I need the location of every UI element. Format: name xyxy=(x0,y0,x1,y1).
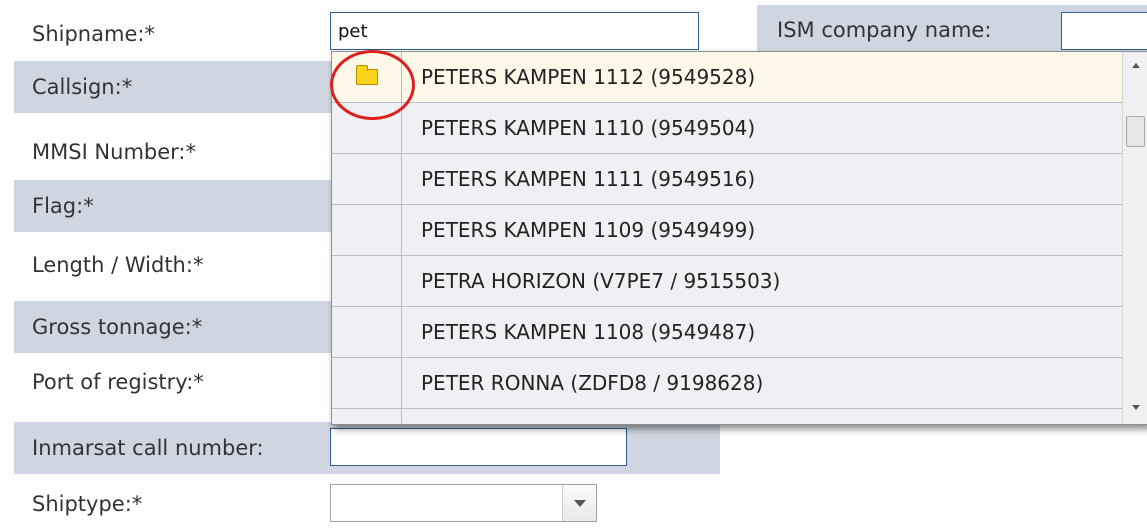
length-width-label: Length / Width:* xyxy=(32,253,204,277)
port-of-registry-row: Port of registry:* xyxy=(14,360,344,404)
mmsi-row: MMSI Number:* xyxy=(14,130,344,174)
flag-row: Flag:* xyxy=(14,180,344,232)
dropdown-scrollbar[interactable] xyxy=(1122,52,1147,424)
length-width-row: Length / Width:* xyxy=(14,243,344,287)
dropdown-item-label: PETERS KAMPEN 1110 (9549504) xyxy=(421,116,756,140)
dropdown-item[interactable]: PETROLIMEX 08 (3WMU / 9355820) xyxy=(332,409,1123,424)
chevron-down-icon[interactable] xyxy=(562,485,596,521)
shiptype-select[interactable] xyxy=(330,484,597,522)
dropdown-item-icon-cell xyxy=(332,205,402,255)
dropdown-item-label: PETER RONNA (ZDFD8 / 9198628) xyxy=(421,371,764,395)
dropdown-item-label: PETERS KAMPEN 1109 (9549499) xyxy=(421,218,756,242)
dropdown-item-icon-cell xyxy=(332,307,402,357)
dropdown-item[interactable]: PETERS KAMPEN 1108 (9549487) xyxy=(332,307,1123,358)
gross-tonnage-row: Gross tonnage:* xyxy=(14,301,344,353)
shiptype-row: Shiptype:* xyxy=(14,482,344,526)
dropdown-item[interactable]: PETER RONNA (ZDFD8 / 9198628) xyxy=(332,358,1123,409)
autocomplete-dropdown[interactable]: PETERS KAMPEN 1112 (9549528) PETERS KAMP… xyxy=(331,51,1147,425)
dropdown-item-label: PETRA HORIZON (V7PE7 / 9515503) xyxy=(421,269,781,293)
dropdown-item[interactable]: PETERS KAMPEN 1112 (9549528) xyxy=(332,52,1123,103)
ism-company-input[interactable] xyxy=(1061,12,1147,50)
dropdown-item-icon-cell xyxy=(332,409,402,424)
dropdown-item-label: PETROLIMEX 08 (3WMU / 9355820) xyxy=(421,409,775,424)
annotation-circle xyxy=(330,50,415,120)
dropdown-item[interactable]: PETRA HORIZON (V7PE7 / 9515503) xyxy=(332,256,1123,307)
scrollbar-thumb[interactable] xyxy=(1126,116,1145,147)
inmarsat-label: Inmarsat call number: xyxy=(32,436,264,460)
shipname-label: Shipname:* xyxy=(32,22,155,46)
dropdown-item-label: PETERS KAMPEN 1111 (9549516) xyxy=(421,167,756,191)
scroll-up-icon[interactable] xyxy=(1123,56,1147,74)
dropdown-item[interactable]: PETERS KAMPEN 1109 (9549499) xyxy=(332,205,1123,256)
dropdown-item[interactable]: PETERS KAMPEN 1110 (9549504) xyxy=(332,103,1123,154)
callsign-row: Callsign:* xyxy=(14,61,344,113)
ism-company-label: ISM company name: xyxy=(777,18,992,42)
dropdown-item-icon-cell xyxy=(332,256,402,306)
flag-label: Flag:* xyxy=(32,194,94,218)
scroll-down-icon[interactable] xyxy=(1123,398,1147,416)
dropdown-item-label: PETERS KAMPEN 1108 (9549487) xyxy=(421,320,756,344)
mmsi-label: MMSI Number:* xyxy=(32,140,197,164)
dropdown-item-icon-cell xyxy=(332,358,402,408)
dropdown-item-label: PETERS KAMPEN 1112 (9549528) xyxy=(421,65,756,89)
inmarsat-input[interactable] xyxy=(330,428,627,466)
shipname-row: Shipname:* xyxy=(14,12,344,56)
callsign-label: Callsign:* xyxy=(32,75,133,99)
dropdown-item-icon-cell xyxy=(332,154,402,204)
shiptype-label: Shiptype:* xyxy=(32,492,143,516)
gross-tonnage-label: Gross tonnage:* xyxy=(32,315,203,339)
port-of-registry-label: Port of registry:* xyxy=(32,370,204,394)
shipname-input[interactable]: pet xyxy=(330,12,699,50)
dropdown-item[interactable]: PETERS KAMPEN 1111 (9549516) xyxy=(332,154,1123,205)
